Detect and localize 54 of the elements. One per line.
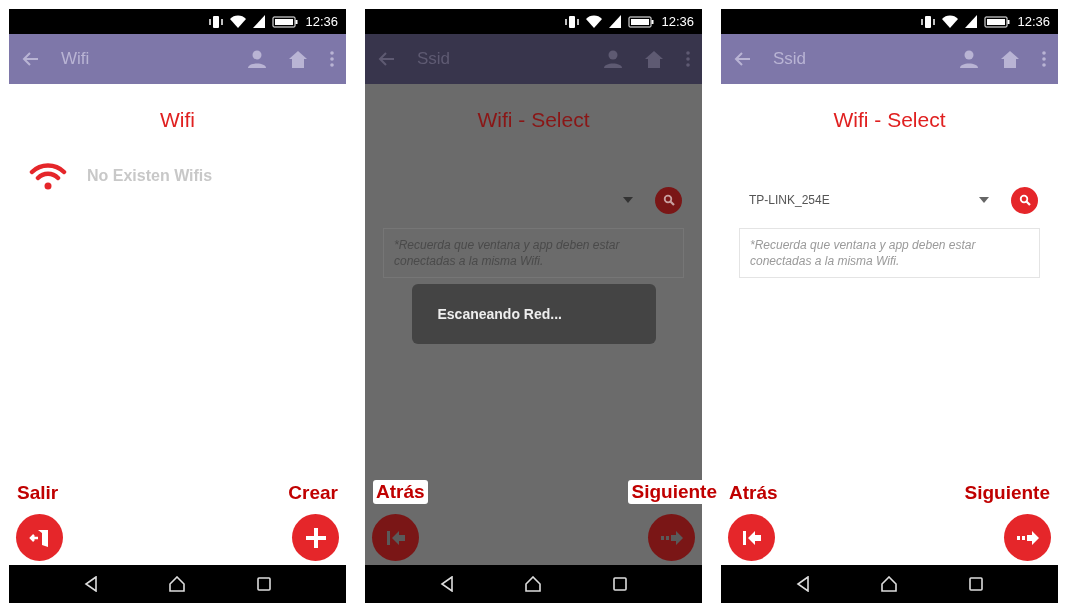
action-caption: Atrás: [729, 482, 778, 504]
home-icon[interactable]: [524, 576, 543, 592]
recents-icon[interactable]: [968, 577, 983, 591]
caret-icon: [623, 197, 633, 203]
action-caption: Atrás: [373, 480, 428, 504]
plus-icon: [304, 526, 327, 549]
app-bar-title: Wifi: [61, 49, 91, 69]
action-caption: Siguiente: [628, 480, 720, 504]
home-icon[interactable]: [880, 576, 899, 592]
action-caption: Crear: [288, 482, 338, 504]
status-time: 12:36: [661, 14, 694, 29]
battery-icon: [984, 15, 1011, 28]
back-icon[interactable]: [440, 576, 455, 592]
wifi-signal-icon: [942, 15, 959, 28]
recents-icon[interactable]: [612, 577, 627, 591]
action-caption: Siguiente: [964, 482, 1050, 504]
dotted-arrow-icon: [1015, 530, 1040, 545]
back-icon[interactable]: [84, 576, 99, 592]
recents-icon[interactable]: [256, 577, 271, 591]
action-button[interactable]: [292, 514, 339, 561]
search-icon: [662, 194, 675, 206]
dotted-arrow-icon: [659, 530, 684, 545]
action-caption: Salir: [17, 482, 59, 504]
reminder-note: *Recuerda que ventana y app deben estar conectadas a la misma Wifi.: [739, 228, 1040, 278]
vibrate-icon: [565, 14, 580, 29]
wifi-signal-icon: [586, 15, 603, 28]
page-heading: Wifi - Select: [477, 108, 590, 132]
skip-back-icon: [741, 529, 762, 546]
vibrate-icon: [921, 14, 936, 29]
back-icon[interactable]: [796, 576, 811, 592]
status-time: 12:36: [1017, 14, 1050, 29]
ssid-dropdown[interactable]: TP-LINK_254E: [741, 186, 997, 214]
search-button[interactable]: [1011, 186, 1038, 214]
vibrate-icon: [209, 14, 224, 29]
app-bar-title: Ssid: [773, 49, 808, 69]
cell-signal-icon: [965, 15, 978, 28]
search-button[interactable]: [655, 186, 682, 214]
status-time: 12:36: [305, 14, 338, 29]
wifi-signal-icon: [230, 15, 247, 28]
home-icon[interactable]: [168, 576, 187, 592]
caret-icon: [979, 197, 989, 203]
cell-signal-icon: [609, 15, 622, 28]
action-button[interactable]: [1004, 514, 1051, 561]
action-button[interactable]: [728, 514, 775, 561]
page-heading: Wifi - Select: [833, 108, 946, 132]
action-button[interactable]: [16, 514, 63, 561]
battery-icon: [628, 15, 655, 28]
search-icon: [1018, 194, 1031, 206]
battery-icon: [272, 15, 299, 28]
cell-signal-icon: [253, 15, 266, 28]
wifi-icon: [29, 162, 67, 190]
page-heading: Wifi: [160, 108, 195, 132]
scanning-toast: Escaneando Red...: [411, 284, 656, 344]
skip-back-icon: [385, 529, 406, 546]
